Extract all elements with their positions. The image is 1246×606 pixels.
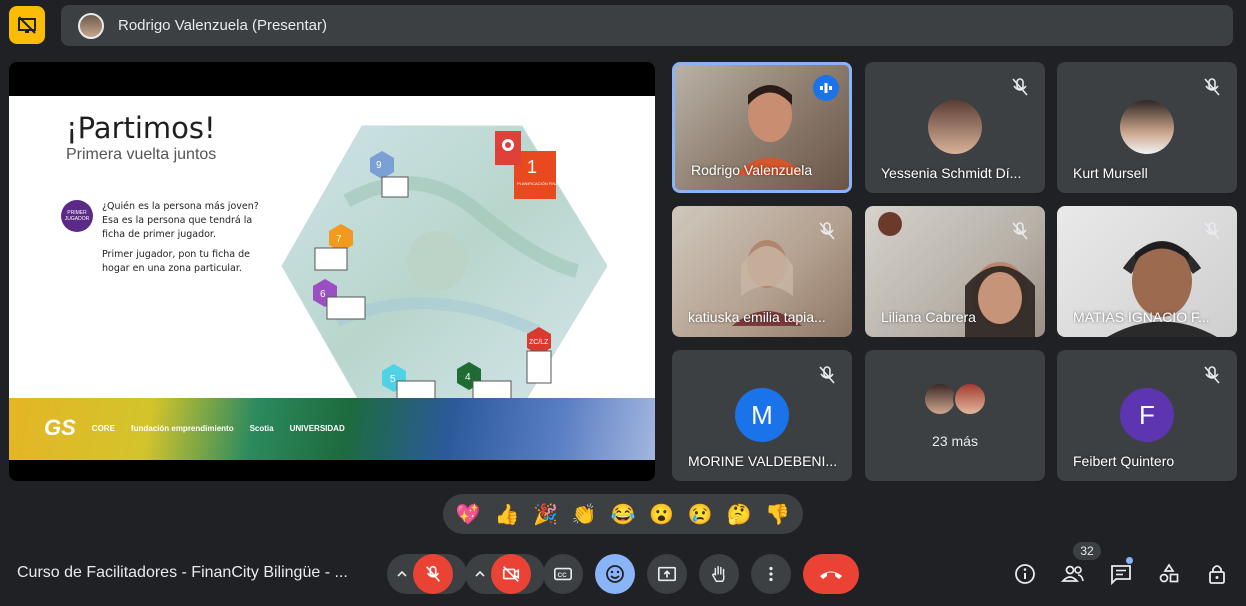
slide-subtitle: Primera vuelta juntos [66, 146, 217, 163]
participant-name: Liliana Cabrera [881, 309, 976, 325]
more-vert-icon [769, 566, 773, 582]
svg-text:6: 6 [320, 289, 326, 300]
emoji-smile-icon [606, 565, 624, 583]
logo-universidad: UNIVERSIDAD [289, 423, 345, 433]
more-participants-label: 23 más [932, 433, 978, 449]
chat-icon[interactable] [1109, 562, 1133, 586]
mic-off-icon [819, 222, 835, 240]
slide-footer-logos: GS CORE fundación emprendimiento Scotia … [9, 398, 655, 460]
logo-core: CORE [91, 423, 115, 433]
svg-text:4: 4 [465, 372, 471, 383]
presenter-bar[interactable]: Rodrigo Valenzuela (Presentar) [61, 5, 1233, 46]
avatar [928, 100, 982, 154]
raise-hand-icon [711, 566, 725, 582]
chevron-up-icon[interactable] [473, 567, 487, 581]
svg-text:5: 5 [390, 374, 396, 385]
hang-up-icon [820, 571, 842, 579]
avatar [953, 382, 987, 416]
participant-tile-rodrigo[interactable]: Rodrigo Valenzuela [672, 62, 852, 193]
mic-off-icon [426, 565, 440, 582]
participant-name: katiuska emilia tapia... [688, 309, 826, 325]
camera-toggle-button[interactable] [491, 554, 531, 594]
participant-name: Kurt Mursell [1073, 165, 1148, 181]
reactions-button[interactable] [595, 554, 635, 594]
participant-tile-yessenia[interactable]: Yessenia Schmidt Dí... [865, 62, 1045, 193]
chat-notification-dot [1126, 557, 1133, 564]
slide-text-question: ¿Quién es la persona más joven? Esa es l… [102, 201, 259, 240]
mic-off-icon [1204, 222, 1220, 240]
meeting-info-icon[interactable] [1013, 562, 1037, 586]
leave-call-button[interactable] [803, 554, 859, 594]
svg-text:ZC/LZ: ZC/LZ [529, 339, 549, 346]
avatar [923, 382, 957, 416]
slide-title: ¡Partimos! [66, 111, 216, 145]
mic-off-icon [1204, 366, 1220, 384]
logo-fundacion: fundación emprendimiento [130, 423, 234, 433]
avatar: M [735, 388, 789, 442]
reaction-clap[interactable]: 👏 [570, 502, 598, 527]
svg-text:9: 9 [376, 160, 382, 171]
captions-button[interactable]: CC [543, 554, 583, 594]
activities-icon[interactable] [1157, 562, 1181, 586]
mic-toggle-button[interactable] [413, 554, 453, 594]
logo-gs: GS [44, 415, 76, 440]
more-options-button[interactable] [751, 554, 791, 594]
logo-scotia: Scotia [249, 423, 274, 433]
participant-tile-matias[interactable]: MATIAS IGNACIO F... [1057, 206, 1237, 337]
zone-1: 1 PLANIFICACIÓN FINANCIERA [514, 151, 573, 199]
participant-name: MATIAS IGNACIO F... [1073, 309, 1210, 325]
slide: ¡Partimos! Primera vuelta juntos PRIMER … [9, 96, 655, 460]
reaction-thumbs-up[interactable]: 👍 [493, 502, 521, 527]
svg-text:1: 1 [527, 157, 537, 177]
reaction-party[interactable]: 🎉 [532, 502, 560, 527]
participant-name: Yessenia Schmidt Dí... [881, 165, 1022, 181]
mic-off-icon [1012, 78, 1028, 96]
participant-tile-feibert[interactable]: F Feibert Quintero [1057, 350, 1237, 481]
reaction-surprised[interactable]: 😮 [648, 502, 676, 527]
avatar: F [1120, 388, 1174, 442]
presenter-avatar [78, 12, 104, 39]
avatar [1120, 100, 1174, 154]
more-participants-tile[interactable]: 23 más [865, 350, 1045, 481]
participant-tile-katiuska[interactable]: katiuska emilia tapia... [672, 206, 852, 337]
participant-count-badge: 32 [1073, 542, 1101, 560]
meeting-title: Curso de Facilitadores - FinanCity Bilin… [17, 564, 348, 581]
participant-tile-kurt[interactable]: Kurt Mursell [1057, 62, 1237, 193]
participant-name: Rodrigo Valenzuela [691, 162, 813, 178]
svg-text:CC: CC [558, 572, 568, 579]
reaction-sad[interactable]: 😢 [686, 502, 714, 527]
participant-name: Feibert Quintero [1073, 453, 1175, 469]
present-screen-icon [658, 566, 676, 582]
camera-off-icon [502, 566, 520, 582]
mic-off-icon [819, 366, 835, 384]
participant-tile-liliana[interactable]: Liliana Cabrera [865, 206, 1045, 337]
svg-text:PLANIFICACIÓN FINANCIERA: PLANIFICACIÓN FINANCIERA [517, 181, 573, 186]
mic-off-icon [1012, 222, 1028, 240]
reaction-thumbs-down[interactable]: 👎 [764, 502, 792, 527]
slide-text-instruction: Primer jugador, pon tu ficha de hogar en… [102, 249, 251, 274]
speaking-indicator-icon [813, 75, 839, 101]
reaction-thinking[interactable]: 🤔 [725, 502, 753, 527]
zone-zc-lz: ZC/LZ [526, 327, 552, 384]
reaction-laugh[interactable]: 😂 [609, 502, 637, 527]
people-icon[interactable] [1061, 562, 1085, 586]
closed-captions-icon: CC [554, 567, 572, 581]
participant-video [735, 85, 805, 175]
present-screen-button[interactable] [647, 554, 687, 594]
raise-hand-button[interactable] [699, 554, 739, 594]
svg-text:7: 7 [336, 234, 342, 245]
host-controls-lock-icon[interactable] [1205, 562, 1229, 586]
participant-tile-morine[interactable]: M MORINE VALDEBENI... [672, 350, 852, 481]
participant-name: MORINE VALDEBENI... [688, 453, 838, 469]
map-pin-icon [495, 131, 521, 165]
first-player-badge: PRIMER JUGADOR [61, 200, 93, 232]
reactions-bar: 💖 👍 🎉 👏 😂 😮 😢 🤔 👎 [443, 494, 803, 534]
presentation-indicator-icon[interactable] [9, 6, 45, 44]
board-hexagon-map: 9 7 6 5 4 ZC/LZ 1 PLANIFICACIÓN FINANCIER… [281, 125, 607, 407]
chevron-up-icon[interactable] [395, 567, 409, 581]
presenter-label: Rodrigo Valenzuela (Presentar) [118, 17, 327, 34]
reaction-heart[interactable]: 💖 [454, 502, 482, 527]
presentation-stage[interactable]: ¡Partimos! Primera vuelta juntos PRIMER … [9, 62, 655, 481]
mic-off-icon [1204, 78, 1220, 96]
